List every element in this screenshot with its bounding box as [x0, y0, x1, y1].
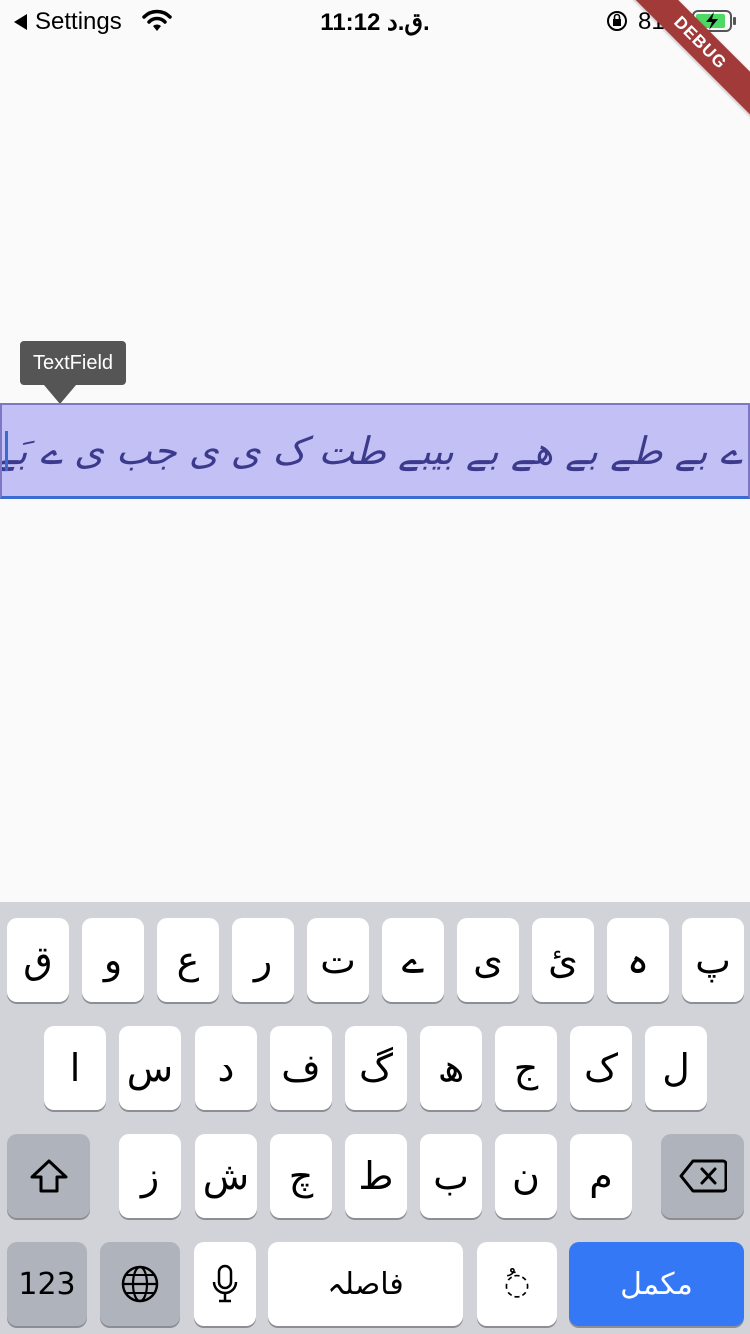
key-row1-2[interactable]: ہ: [607, 918, 669, 1002]
key-row1-7[interactable]: ر: [232, 918, 294, 1002]
globe-icon: [121, 1265, 159, 1303]
key-row2-7[interactable]: د: [195, 1026, 257, 1110]
key-row3-5[interactable]: چ: [270, 1134, 332, 1218]
dictation-key[interactable]: [194, 1242, 256, 1326]
delete-key[interactable]: [661, 1134, 744, 1218]
key-row2-4[interactable]: ھ: [420, 1026, 482, 1110]
key-row1-6[interactable]: ت: [307, 918, 369, 1002]
key-row3-2[interactable]: ن: [495, 1134, 557, 1218]
rotation-lock-icon: [607, 11, 627, 31]
urdu-text-field[interactable]: ے بے طے بے ھے بے بیبے طت ک ی ی جب ی ے بَ…: [0, 403, 750, 499]
key-row3-4[interactable]: ط: [345, 1134, 407, 1218]
delete-icon: [679, 1159, 727, 1193]
key-row1-3[interactable]: ئ: [532, 918, 594, 1002]
done-key[interactable]: مکمل: [569, 1242, 744, 1326]
microphone-icon: [212, 1264, 238, 1303]
key-row3-7[interactable]: ز: [119, 1134, 181, 1218]
key-row1-9[interactable]: و: [82, 918, 144, 1002]
text-field-value: ے بے طے بے ھے بے بیبے طت ک ی ی جب ی ے بَ…: [2, 429, 742, 473]
space-key[interactable]: فاصلہ: [268, 1242, 463, 1326]
numbers-key[interactable]: 123: [7, 1242, 87, 1326]
key-row1-1[interactable]: پ: [682, 918, 744, 1002]
key-row1-8[interactable]: ع: [157, 918, 219, 1002]
key-row2-5[interactable]: گ: [345, 1026, 407, 1110]
key-row2-8[interactable]: س: [119, 1026, 181, 1110]
key-row2-6[interactable]: ف: [270, 1026, 332, 1110]
key-row3-1[interactable]: م: [570, 1134, 632, 1218]
globe-key[interactable]: [100, 1242, 180, 1326]
shift-key[interactable]: [7, 1134, 90, 1218]
key-row2-2[interactable]: ک: [570, 1026, 632, 1110]
urdu-keyboard: پ ہ ئ ی ے ت ر ع و ق ل ک ج ھ گ ف د س ا م …: [0, 902, 750, 1334]
key-row1-4[interactable]: ی: [457, 918, 519, 1002]
key-row1-5[interactable]: ے: [382, 918, 444, 1002]
key-row2-3[interactable]: ج: [495, 1026, 557, 1110]
status-bar: Settings 11:12 ق.د. 81% DEBUG: [0, 0, 750, 125]
tooltip-label: TextField: [32, 352, 114, 374]
textfield-tooltip: TextField: [20, 341, 126, 404]
shift-icon: [30, 1159, 67, 1193]
key-row1-10[interactable]: ق: [7, 918, 69, 1002]
text-cursor: [5, 431, 8, 471]
key-row2-1[interactable]: ل: [645, 1026, 707, 1110]
key-row3-6[interactable]: ش: [195, 1134, 257, 1218]
key-row3-3[interactable]: ب: [420, 1134, 482, 1218]
tooltip-arrow: [44, 385, 76, 404]
diacritic-key[interactable]: ُ◌: [477, 1242, 557, 1326]
key-row2-9[interactable]: ا: [44, 1026, 106, 1110]
